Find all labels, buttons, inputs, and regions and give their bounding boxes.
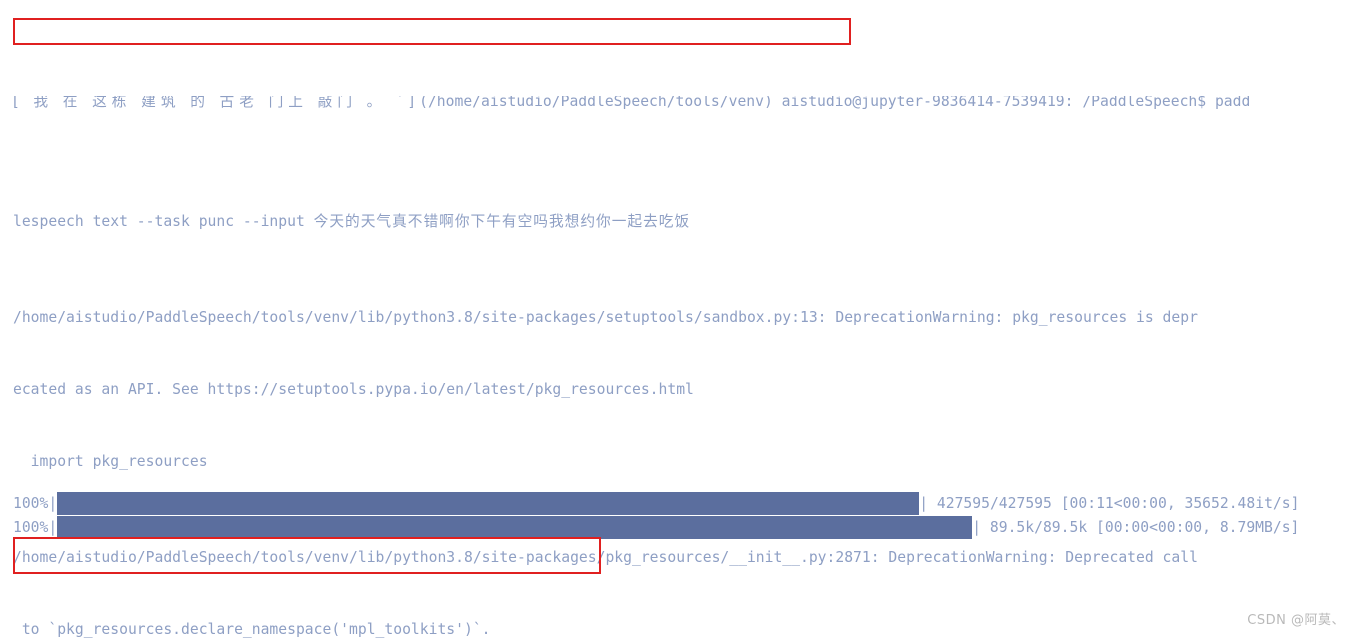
previous-output-chinese: [ 我 在 这栋 建筑 的 古老 门上 敲门 。 `] [13,96,420,110]
terminal-line-import-pkg-resources: import pkg_resources [13,453,208,470]
progress-close-pipe-1: | [919,495,929,512]
progress-open-pipe-1: | [48,495,58,512]
progress-open-pipe-2: | [48,519,58,536]
terminal-line-warn-sandbox-cont: ecated as an API. See https://setuptools… [13,381,694,398]
progress-bar-cmudict-entries: 100%| | 427595/427595 [00:11<00:00, 35652… [0,492,1299,516]
command-input-chinese: 今天的天气真不错啊你下午有空吗我想约你一起去吃饭 [313,213,691,230]
command-text-ascii: lespeech text --task punc --input [13,213,314,230]
progress-stats-1: 427595/427595 [00:11<00:00, 35652.48it/s… [928,495,1300,512]
terminal-line-warn-mpl-toolkits-cont: to `pkg_resources.declare_namespace('mpl… [13,621,491,638]
progress-close-pipe-2: | [972,519,982,536]
terminal-line-command: lespeech text --task punc --input 今天的天气真… [0,210,1355,234]
progress-fill-1 [57,492,920,515]
terminal-line-warn-mpl-toolkits: /home/aistudio/PaddleSpeech/tools/venv/l… [13,549,1198,566]
previous-prompt-line: (/home/aistudio/PaddleSpeech/tools/venv)… [419,96,1251,110]
progress-bar-cmudict-download: 100%| | 89.5k/89.5k [00:00<00:00, 8.79MB/… [0,516,1299,540]
csdn-watermark: CSDN @阿莫、 [1247,613,1345,628]
progress-stats-2: 89.5k/89.5k [00:00<00:00, 8.79MB/s] [981,519,1300,536]
terminal-window[interactable]: [ 我 在 这栋 建筑 的 古老 门上 敲门 。 `](/home/aistud… [0,0,1355,638]
terminal-line-previous-output: [ 我 在 这栋 建筑 的 古老 门上 敲门 。 `](/home/aistud… [0,96,1355,114]
terminal-line-warn-sandbox: /home/aistudio/PaddleSpeech/tools/venv/l… [13,309,1198,326]
annotation-box-command [13,18,851,45]
progress-percent-label-1: 100% [13,495,49,512]
progress-percent-label-2: 100% [13,519,49,536]
progress-fill-2 [57,516,973,539]
